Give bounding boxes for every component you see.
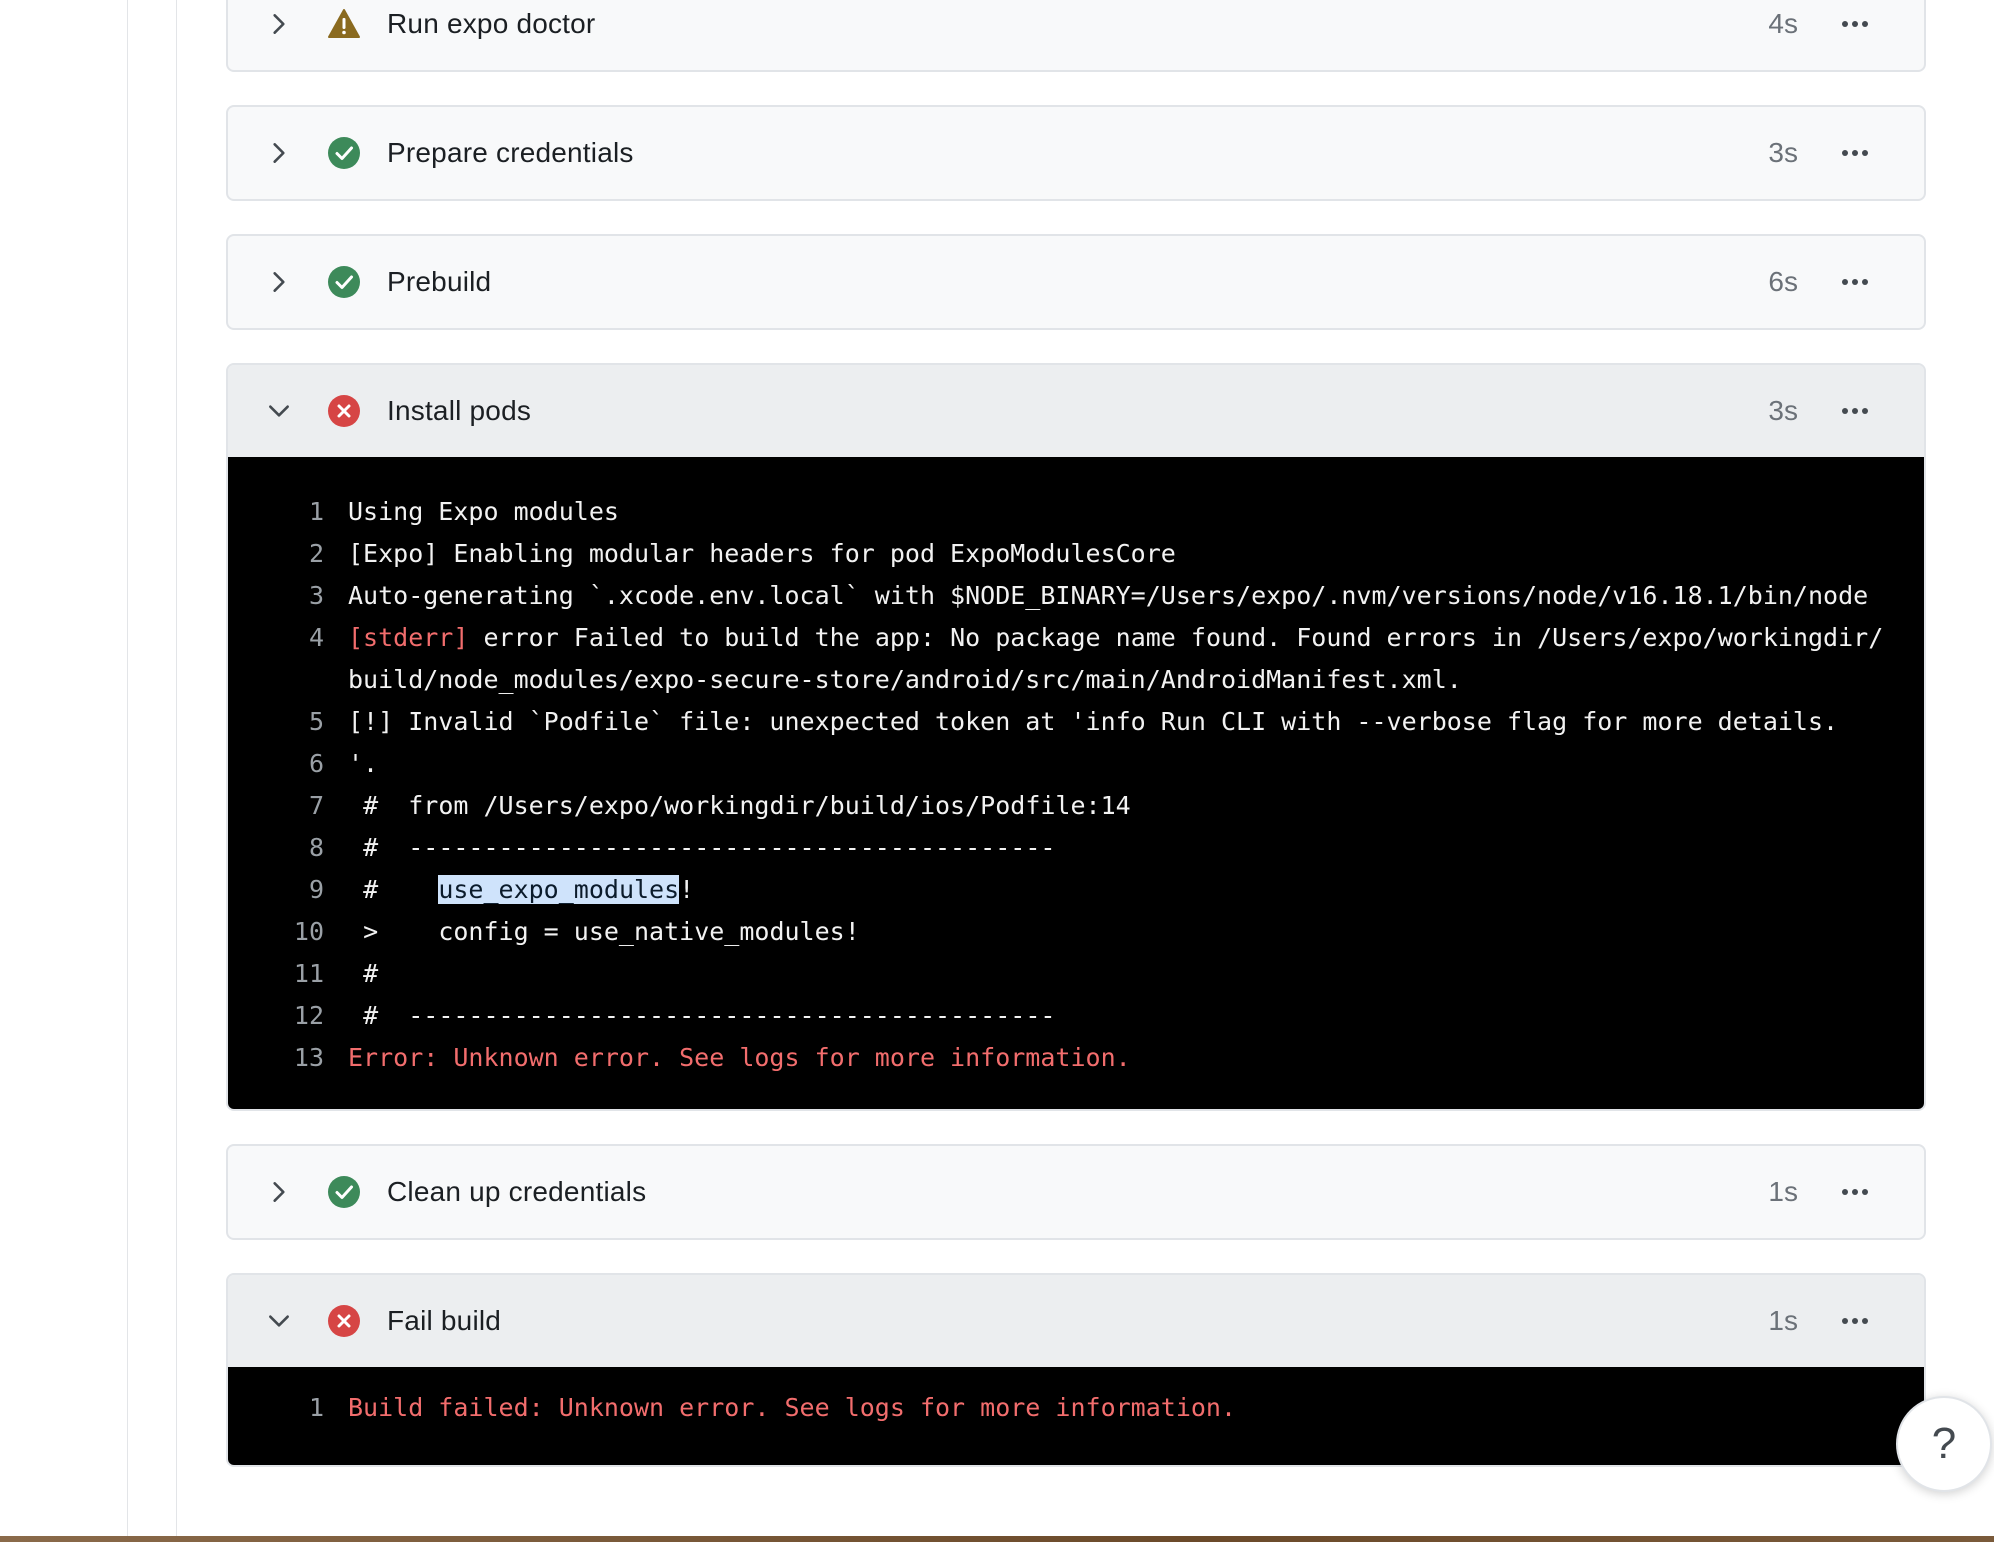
step-header[interactable]: Prebuild 6s [228,236,1924,328]
build-log-page: Run expo doctor 4s Prepare credentials 3… [0,0,1994,1542]
step-header[interactable]: Clean up credentials 1s [228,1146,1924,1238]
build-steps-list: Run expo doctor 4s Prepare credentials 3… [226,0,1926,1500]
more-options-icon[interactable] [1840,1316,1870,1326]
step-duration: 4s [1768,8,1798,39]
left-sidebar-area [0,0,128,1542]
line-number: 13 [293,1043,324,1072]
log-line: 10 > config = use_native_modules! [228,911,1924,953]
step-title: Fail build [387,1305,502,1336]
log-text: '. [348,749,379,778]
chevron-down-icon[interactable] [266,1308,292,1334]
step-title: Run expo doctor [387,8,596,39]
step-header[interactable]: Run expo doctor 4s [228,0,1924,70]
check-circle-icon [328,1176,360,1208]
log-line: 13 Error: Unknown error. See logs for mo… [228,1037,1924,1079]
line-number: 12 [293,1001,324,1030]
log-line: 1 Build failed: Unknown error. See logs … [228,1387,1924,1429]
line-number: 5 [308,707,324,736]
log-line: 5 [!] Invalid `Podfile` file: unexpected… [228,701,1924,743]
log-line: 9 # use_expo_modules! [228,869,1924,911]
step-header[interactable]: Fail build 1s [228,1275,1924,1367]
check-circle-icon [328,266,360,298]
log-text: [stderr] error Failed to build the app: … [324,617,1888,701]
x-circle-icon [328,1305,360,1337]
line-number: 11 [293,959,324,988]
log-line: 8 # ------------------------------------… [228,827,1924,869]
line-number: 10 [293,917,324,946]
log-error-text: Error: Unknown error. See logs for more … [348,1043,1131,1072]
more-options-icon[interactable] [1840,277,1870,287]
step-prebuild: Prebuild 6s [226,234,1926,330]
step-duration: 1s [1768,1176,1798,1207]
line-number: 1 [308,497,324,526]
more-options-icon[interactable] [1840,19,1870,29]
more-options-icon[interactable] [1840,406,1870,416]
log-text: # --------------------------------------… [348,1001,1056,1030]
step-title: Prepare credentials [387,137,634,168]
chevron-right-icon[interactable] [266,269,292,295]
step-title: Install pods [387,395,532,426]
more-options-icon[interactable] [1840,148,1870,158]
stderr-prefix: [stderr] [348,623,469,652]
step-duration: 1s [1768,1305,1798,1336]
line-number: 4 [308,623,324,652]
log-output[interactable]: 1 Build failed: Unknown error. See logs … [228,1367,1924,1465]
line-number: 8 [308,833,324,862]
line-number: 2 [308,539,324,568]
log-line: 12 # -----------------------------------… [228,995,1924,1037]
log-error-text: Build failed: Unknown error. See logs fo… [348,1393,1237,1422]
more-options-icon[interactable] [1840,1187,1870,1197]
log-text: [!] Invalid `Podfile` file: unexpected t… [348,707,1839,736]
step-title: Prebuild [387,266,492,297]
log-text: Using Expo modules [348,497,619,526]
line-number: 9 [308,875,324,904]
line-number: 6 [308,749,324,778]
log-text: # use_expo_modules! [324,869,1888,911]
step-install-pods: Install pods 3s 1 Using Expo modules 2 [… [226,363,1926,1111]
log-text: > config = use_native_modules! [348,917,860,946]
chevron-right-icon[interactable] [266,11,292,37]
step-header[interactable]: Install pods 3s [228,365,1924,457]
log-text-post: ! [679,875,695,904]
log-line: 7 # from /Users/expo/workingdir/build/io… [228,785,1924,827]
check-circle-icon [328,137,360,169]
chevron-down-icon[interactable] [266,398,292,424]
line-number: 1 [308,1393,324,1422]
log-line: 1 Using Expo modules [228,491,1924,533]
log-text: Auto-generating `.xcode.env.local` with … [348,581,1869,610]
log-line: 6 '. [228,743,1924,785]
log-line: 2 [Expo] Enabling modular headers for po… [228,533,1924,575]
line-number: 7 [308,791,324,820]
chevron-right-icon[interactable] [266,140,292,166]
line-number: 3 [308,581,324,610]
log-text: # [348,959,379,988]
content-divider [176,0,177,1542]
warning-triangle-icon [328,9,360,38]
log-text: [Expo] Enabling modular headers for pod … [348,539,1176,568]
log-output[interactable]: 1 Using Expo modules 2 [Expo] Enabling m… [228,457,1924,1109]
chevron-right-icon[interactable] [266,1179,292,1205]
step-title: Clean up credentials [387,1176,647,1207]
log-line: 11 # [228,953,1924,995]
log-text-pre: # [348,875,439,904]
log-line: 3 Auto-generating `.xcode.env.local` wit… [228,575,1924,617]
stderr-message: error Failed to build the app: No packag… [348,623,1884,694]
x-circle-icon [328,395,360,427]
log-line: 4 [stderr] error Failed to build the app… [228,617,1924,701]
step-duration: 3s [1768,395,1798,426]
bottom-edge-bar [0,1536,1994,1542]
step-duration: 3s [1768,137,1798,168]
step-duration: 6s [1768,266,1798,297]
log-text: # --------------------------------------… [348,833,1056,862]
selected-text: use_expo_modules [438,875,680,904]
help-button[interactable]: ? [1896,1396,1992,1492]
step-run-expo-doctor: Run expo doctor 4s [226,0,1926,72]
log-text: # from /Users/expo/workingdir/build/ios/… [348,791,1131,820]
step-clean-up-credentials: Clean up credentials 1s [226,1144,1926,1240]
step-prepare-credentials: Prepare credentials 3s [226,105,1926,201]
step-header[interactable]: Prepare credentials 3s [228,107,1924,199]
step-fail-build: Fail build 1s 1 Build failed: Unknown er… [226,1273,1926,1467]
